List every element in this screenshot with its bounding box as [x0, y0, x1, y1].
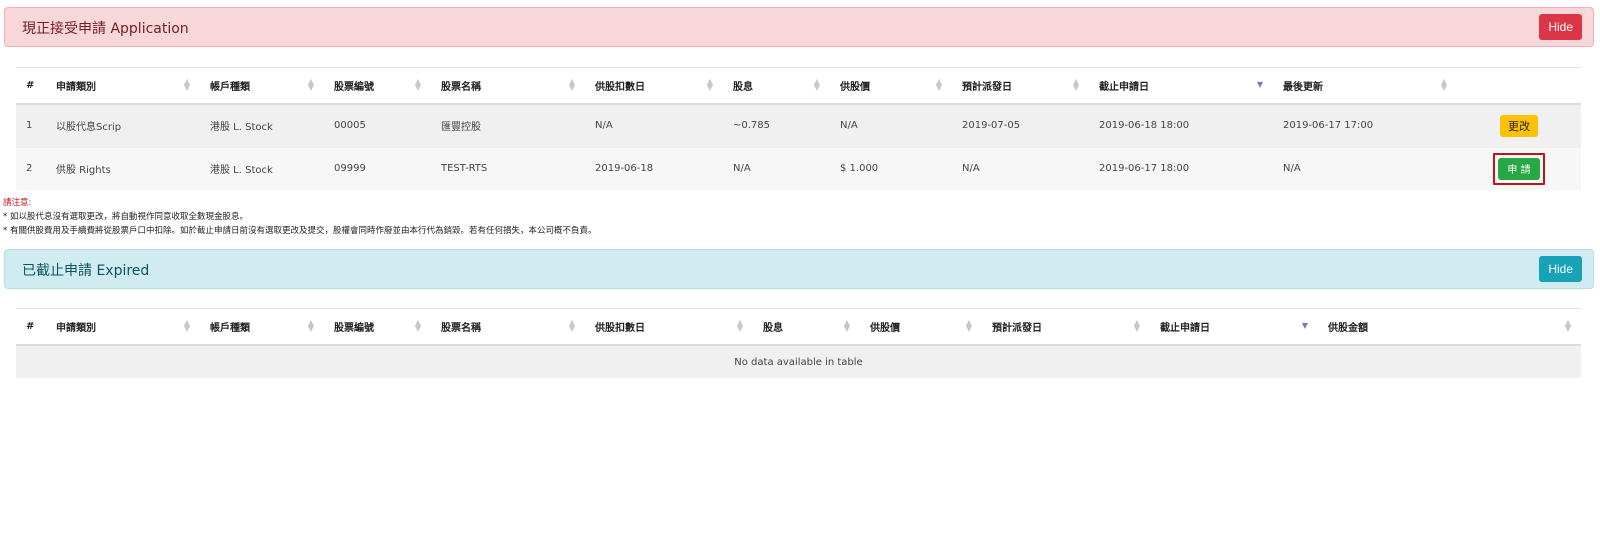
- col-header-dividend[interactable]: 股息 ▲ ▼: [753, 308, 860, 346]
- sort-desc-icon: ▼: [1301, 321, 1308, 330]
- notes-section: 請注意: * 如以股代息沒有選取更改，將自動視作同意收取全數現金股息。 * 有關…: [3, 196, 596, 238]
- application-hide-button[interactable]: Hide: [1539, 14, 1582, 40]
- col-header-deadline[interactable]: 截止申請日 ▼: [1089, 67, 1273, 105]
- cell-type: 以股代息Scrip: [46, 103, 200, 147]
- application-table-header-row: # 申請類別 ▲ ▼ 帳戶種類 ▲ ▼ 股票編號 ▲ ▼ 股票名稱 ▲ ▼ 供股扣數日 ▲ ▼ 股息…: [16, 67, 1581, 105]
- apply-highlight-box: 申 請: [1493, 152, 1545, 185]
- col-header-index: #: [16, 67, 46, 105]
- sort-icon: ▲ ▼: [813, 77, 820, 92]
- col-header-updated[interactable]: 最後更新 ▲ ▼: [1273, 67, 1457, 105]
- sort-icon: ▲ ▼: [736, 318, 743, 333]
- apply-button[interactable]: 申 請: [1498, 157, 1540, 180]
- table-row: 2 供股 Rights 港股 L. Stock 09999 TEST-RTS 2…: [16, 146, 1581, 190]
- expired-hide-button[interactable]: Hide: [1539, 256, 1582, 282]
- col-header-deduct-date[interactable]: 供股扣數日 ▲ ▼: [585, 67, 723, 105]
- cell-index: 1: [16, 103, 46, 147]
- sort-icon: ▲ ▼: [1440, 77, 1447, 92]
- cell-code: 09999: [324, 146, 431, 190]
- cell-updated: N/A: [1273, 146, 1457, 190]
- expired-panel-title: 已截止申請 Expired: [22, 263, 150, 279]
- col-header-code[interactable]: 股票編號 ▲ ▼: [324, 308, 431, 346]
- col-header-price[interactable]: 供股價 ▲ ▼: [830, 67, 952, 105]
- col-header-type[interactable]: 申請類別 ▲ ▼: [46, 67, 200, 105]
- cell-expected-date: N/A: [952, 146, 1089, 190]
- cell-price: N/A: [830, 103, 952, 147]
- col-header-deadline[interactable]: 截止申請日 ▼: [1150, 308, 1318, 346]
- cell-type: 供股 Rights: [46, 146, 200, 190]
- expired-panel-header: 已截止申請 Expired Hide: [4, 249, 1594, 289]
- cell-dividend: N/A: [723, 146, 830, 190]
- cell-account: 港股 L. Stock: [200, 103, 324, 147]
- col-header-code[interactable]: 股票編號 ▲ ▼: [324, 67, 431, 105]
- cell-code: 00005: [324, 103, 431, 147]
- col-header-name[interactable]: 股票名稱 ▲ ▼: [431, 67, 585, 105]
- cell-expected-date: 2019-07-05: [952, 103, 1089, 147]
- cell-index: 2: [16, 146, 46, 190]
- col-header-index: #: [16, 308, 46, 346]
- sort-icon: ▲ ▼: [1133, 318, 1140, 333]
- cell-deduct-date: N/A: [585, 103, 723, 147]
- col-header-price[interactable]: 供股價 ▲ ▼: [860, 308, 982, 346]
- sort-icon: ▲ ▼: [183, 318, 190, 333]
- cell-dividend: ~0.785: [723, 103, 830, 147]
- notes-line: * 如以股代息沒有選取更改，將自動視作同意收取全數現金股息。: [3, 212, 248, 222]
- col-header-action: [1457, 67, 1581, 105]
- cell-name: TEST-RTS: [431, 146, 585, 190]
- edit-button[interactable]: 更改: [1500, 114, 1538, 137]
- col-header-account[interactable]: 帳戶種類 ▲ ▼: [200, 308, 324, 346]
- sort-icon: ▲ ▼: [1564, 318, 1571, 333]
- application-table: # 申請類別 ▲ ▼ 帳戶種類 ▲ ▼ 股票編號 ▲ ▼ 股票名稱 ▲ ▼ 供股扣數日 ▲ ▼ 股息…: [16, 67, 1581, 190]
- col-header-dividend[interactable]: 股息 ▲ ▼: [723, 67, 830, 105]
- application-panel-title: 現正接受申請 Application: [22, 21, 189, 37]
- expired-table-header-row: # 申請類別 ▲ ▼ 帳戶種類 ▲ ▼ 股票編號 ▲ ▼ 股票名稱 ▲ ▼ 供股扣數日 ▲ ▼ 股息…: [16, 308, 1581, 346]
- notes-title: 請注意:: [3, 198, 32, 208]
- sort-icon: ▲ ▼: [965, 318, 972, 333]
- sort-icon: ▲ ▼: [414, 77, 421, 92]
- sort-icon: ▲ ▼: [568, 77, 575, 92]
- cell-deadline: 2019-06-17 18:00: [1089, 146, 1273, 190]
- application-panel-header: 現正接受申請 Application Hide: [4, 7, 1594, 47]
- sort-desc-icon: ▼: [1256, 80, 1263, 89]
- sort-icon: ▲ ▼: [183, 77, 190, 92]
- col-header-type[interactable]: 申請類別 ▲ ▼: [46, 308, 200, 346]
- cell-deduct-date: 2019-06-18: [585, 146, 723, 190]
- sort-icon: ▲ ▼: [568, 318, 575, 333]
- cell-updated: 2019-06-17 17:00: [1273, 103, 1457, 147]
- col-header-expected-date[interactable]: 預計派發日 ▲ ▼: [982, 308, 1150, 346]
- col-header-account[interactable]: 帳戶種類 ▲ ▼: [200, 67, 324, 105]
- sort-icon: ▲ ▼: [706, 77, 713, 92]
- table-row: 1 以股代息Scrip 港股 L. Stock 00005 匯豐控股 N/A ~…: [16, 103, 1581, 147]
- sort-icon: ▲ ▼: [1072, 77, 1079, 92]
- empty-row: No data available in table: [16, 344, 1581, 378]
- sort-icon: ▲ ▼: [307, 318, 314, 333]
- sort-icon: ▲ ▼: [414, 318, 421, 333]
- col-header-deduct-date[interactable]: 供股扣數日 ▲ ▼: [585, 308, 753, 346]
- col-header-name[interactable]: 股票名稱 ▲ ▼: [431, 308, 585, 346]
- expired-table: # 申請類別 ▲ ▼ 帳戶種類 ▲ ▼ 股票編號 ▲ ▼ 股票名稱 ▲ ▼ 供股扣數日 ▲ ▼ 股息…: [16, 308, 1581, 378]
- col-header-expected-date[interactable]: 預計派發日 ▲ ▼: [952, 67, 1089, 105]
- cell-action: 申 請: [1457, 146, 1581, 190]
- cell-price: $ 1.000: [830, 146, 952, 190]
- col-header-amount[interactable]: 供股金額 ▲ ▼: [1318, 308, 1581, 346]
- sort-icon: ▲ ▼: [843, 318, 850, 333]
- notes-line: * 有關供股費用及手續費將從股票戶口中扣除。如於截止申請日前沒有選取更改及提交，…: [3, 226, 597, 236]
- cell-account: 港股 L. Stock: [200, 146, 324, 190]
- sort-icon: ▲ ▼: [935, 77, 942, 92]
- cell-action: 更改: [1457, 103, 1581, 147]
- empty-table-message: No data available in table: [16, 344, 1581, 378]
- sort-icon: ▲ ▼: [307, 77, 314, 92]
- cell-deadline: 2019-06-18 18:00: [1089, 103, 1273, 147]
- cell-name: 匯豐控股: [431, 103, 585, 147]
